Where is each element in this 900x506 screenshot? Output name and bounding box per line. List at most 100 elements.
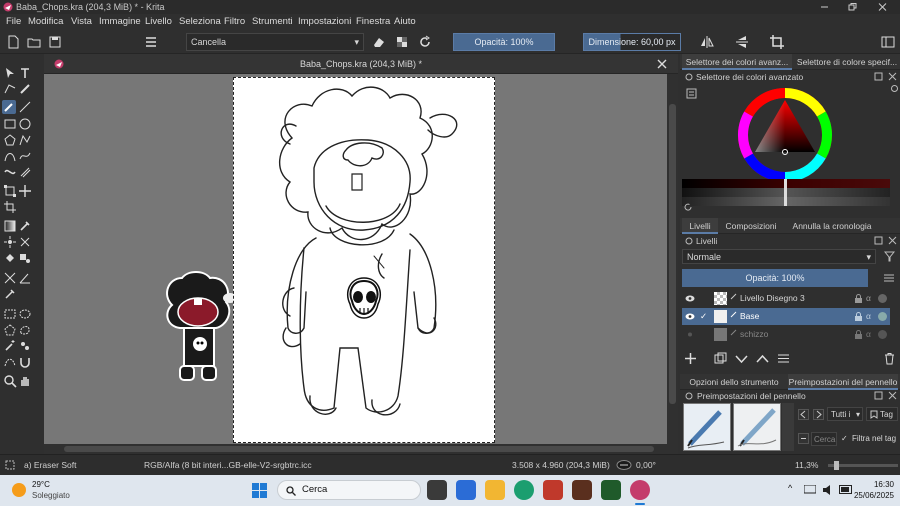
zoom-tool-icon[interactable]: [3, 374, 17, 388]
horizontal-scrollbar[interactable]: [44, 444, 678, 454]
chevron-up-icon[interactable]: ^: [788, 483, 792, 493]
color-picker-icon[interactable]: [18, 219, 32, 233]
layer-opacity-slider[interactable]: Opacità: 100%: [682, 269, 868, 287]
app-red-icon[interactable]: [543, 480, 563, 500]
visibility-eye-icon[interactable]: [685, 295, 695, 302]
tab-tool-options[interactable]: Opzioni dello strumento: [682, 374, 786, 390]
move-layer-down-icon[interactable]: [735, 352, 748, 365]
restore-icon[interactable]: [848, 3, 857, 11]
fill-tool-icon[interactable]: [3, 251, 17, 265]
taskbar-search-box[interactable]: Cerca: [277, 480, 421, 500]
menu-vista[interactable]: Vista: [71, 14, 92, 30]
polygon-select-icon[interactable]: [3, 323, 17, 337]
float-docker-icon[interactable]: [874, 72, 883, 81]
alpha-lock-icon[interactable]: α: [866, 290, 871, 307]
task-view-icon[interactable]: [427, 480, 447, 500]
minimize-icon[interactable]: [820, 3, 829, 11]
magic-wand-icon[interactable]: [3, 339, 17, 353]
float-layers-icon[interactable]: [874, 236, 883, 245]
enclose-fill-icon[interactable]: [18, 251, 32, 265]
horizontal-scroll-thumb[interactable]: [64, 446, 654, 452]
float-presets-icon[interactable]: [874, 391, 883, 400]
brush-preset-dropdown[interactable]: Cancella ▾: [186, 33, 364, 51]
tab-undo-history[interactable]: Annulla la cronologia: [784, 218, 880, 234]
windows-start-icon[interactable]: [252, 483, 267, 498]
previous-tag-icon[interactable]: [798, 409, 809, 420]
close-document-icon[interactable]: [657, 59, 667, 69]
tab-compositions[interactable]: Composizioni: [720, 218, 782, 234]
tab-layers[interactable]: Livelli: [682, 218, 718, 234]
selection-mode-icon[interactable]: [5, 460, 15, 470]
gradient-tool-icon[interactable]: [3, 219, 17, 233]
magnetic-select-icon[interactable]: [18, 355, 32, 369]
calligraphy-icon[interactable]: [18, 82, 32, 96]
save-icon[interactable]: [47, 34, 63, 50]
color-settings-icon[interactable]: [686, 88, 697, 99]
mirror-horizontal-icon[interactable]: [699, 34, 715, 50]
transform-tool-icon[interactable]: [3, 184, 17, 198]
network-icon[interactable]: [804, 485, 816, 495]
refresh-shades-icon[interactable]: [683, 202, 693, 212]
move-layer-up-icon[interactable]: [756, 352, 769, 365]
menu-finestra[interactable]: Finestra: [356, 14, 390, 30]
clock-time[interactable]: 16:30: [864, 480, 894, 489]
eraser-mode-icon[interactable]: [371, 34, 387, 50]
rotation-icon[interactable]: [616, 460, 632, 470]
menu-immagine[interactable]: Immagine: [99, 14, 141, 30]
weather-temperature[interactable]: 29°C: [32, 480, 50, 489]
canvas-paper[interactable]: [233, 77, 495, 443]
alpha-lock-icon[interactable]: α: [866, 326, 871, 343]
polygon-tool-icon[interactable]: [3, 133, 17, 147]
size-slider[interactable]: Dimensione: 60,00 px: [583, 33, 681, 51]
line-tool-icon[interactable]: [18, 100, 32, 114]
document-tab[interactable]: Baba_Chops.kra (204,3 MiB) *: [44, 54, 678, 74]
dynamic-brush-icon[interactable]: [3, 165, 17, 179]
layer-row[interactable]: ✓ Base α: [682, 308, 890, 325]
visibility-eye-icon[interactable]: [685, 313, 695, 320]
freehand-path-icon[interactable]: [18, 149, 32, 163]
lock-icon[interactable]: [854, 294, 863, 303]
assistant-tool-icon[interactable]: [18, 235, 32, 249]
brush-preset-tile-partial[interactable]: [782, 403, 794, 451]
vertical-scroll-thumb[interactable]: [669, 104, 676, 404]
volume-icon[interactable]: [822, 484, 834, 496]
menu-strumenti[interactable]: Strumenti: [252, 14, 293, 30]
tab-specific-color-selector[interactable]: Selettore di colore specif...: [794, 54, 900, 70]
app-game-icon[interactable]: [572, 480, 592, 500]
pan-tool-icon[interactable]: [18, 374, 32, 388]
hidden-eye-icon[interactable]: [685, 331, 695, 338]
zoom-slider-handle[interactable]: [834, 461, 839, 470]
new-document-icon[interactable]: [5, 34, 21, 50]
inherit-alpha-icon[interactable]: [877, 329, 888, 340]
brush-preset-tile[interactable]: [683, 403, 731, 451]
rectangle-tool-icon[interactable]: [3, 117, 17, 131]
vertical-scrollbar[interactable]: [667, 74, 678, 444]
ellipse-tool-icon[interactable]: [18, 117, 32, 131]
zoom-slider[interactable]: [828, 461, 898, 470]
layer-filter-icon[interactable]: [884, 251, 895, 262]
brush-settings-icon[interactable]: [143, 34, 159, 50]
brush-preset-tile[interactable]: [733, 403, 781, 451]
tab-brush-presets[interactable]: Preimpostazioni del pennello: [788, 374, 898, 390]
reference-images-icon[interactable]: [3, 287, 17, 301]
tab-advanced-color-selector[interactable]: Selettore dei colori avanz...: [682, 54, 792, 70]
close-window-icon[interactable]: [878, 3, 887, 11]
edge-browser-icon[interactable]: [514, 480, 534, 500]
select-shapes-icon[interactable]: [3, 66, 17, 80]
move-tool-icon[interactable]: [18, 184, 32, 198]
krita-taskbar-icon[interactable]: [630, 480, 650, 500]
tag-filter-dropdown[interactable]: Tutti i ▾: [827, 407, 863, 421]
search-settings-icon[interactable]: [798, 433, 809, 444]
crop-icon[interactable]: [769, 34, 785, 50]
hsv-color-wheel[interactable]: [736, 86, 834, 184]
smart-patch-icon[interactable]: [3, 235, 17, 249]
close-presets-icon[interactable]: [888, 391, 897, 400]
polyline-tool-icon[interactable]: [18, 133, 32, 147]
preset-search-input[interactable]: Cerca: [811, 432, 837, 446]
close-docker-icon[interactable]: [888, 72, 897, 81]
rect-select-icon[interactable]: [3, 307, 17, 321]
bezier-select-icon[interactable]: [3, 355, 17, 369]
freehand-brush-icon[interactable]: [2, 100, 16, 114]
ellipse-select-icon[interactable]: [18, 307, 32, 321]
menu-filtro[interactable]: Filtro: [224, 14, 245, 30]
